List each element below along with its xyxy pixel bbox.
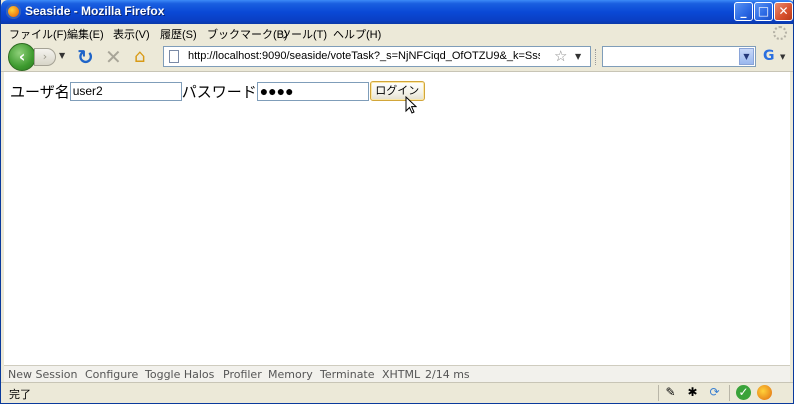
title-bar[interactable]: Seaside - Mozilla Firefox _ □ ✕ xyxy=(1,0,793,24)
page-content: ユーザ名 user2 パスワード ●●●● ログイン xyxy=(4,72,790,365)
menu-view[interactable]: 表示(V) xyxy=(113,26,150,42)
google-search-engine-icon[interactable]: G xyxy=(763,48,775,64)
back-arrow-icon: ‹ xyxy=(18,47,26,66)
window-title: Seaside - Mozilla Firefox xyxy=(25,4,165,18)
search-input[interactable]: ▼ xyxy=(602,46,756,67)
profiler-link[interactable]: Profiler xyxy=(223,368,262,381)
menu-history[interactable]: 履歴(S) xyxy=(160,26,197,42)
home-icon[interactable]: ⌂ xyxy=(134,46,145,67)
url-dropdown-icon[interactable]: ▼ xyxy=(575,52,581,61)
history-dropdown-icon[interactable]: ▼ xyxy=(59,51,65,60)
minimize-button[interactable]: _ xyxy=(734,2,753,21)
forward-button[interactable]: › xyxy=(34,48,56,66)
menu-bookmarks[interactable]: ブックマーク(B) xyxy=(207,26,288,42)
search-engine-dropdown-icon[interactable]: ▼ xyxy=(780,53,785,61)
login-form: ユーザ名 user2 パスワード ●●●● ログイン xyxy=(10,80,425,102)
check-icon[interactable]: ✓ xyxy=(736,385,751,400)
memory-link[interactable]: Memory xyxy=(268,368,313,381)
status-text: 完了 xyxy=(9,389,31,401)
menu-bar: ファイル(F) 編集(E) 表示(V) 履歴(S) ブックマーク(B) ツール(… xyxy=(1,24,793,42)
navigation-toolbar: ‹ › ▼ ↻ ✕ ⌂ http://localhost:9090/seasid… xyxy=(1,42,793,72)
status-separator xyxy=(729,385,730,401)
browser-window: Seaside - Mozilla Firefox _ □ ✕ ファイル(F) … xyxy=(0,0,794,404)
status-separator xyxy=(658,385,659,401)
firefox-addon-icon[interactable] xyxy=(757,385,772,400)
username-field[interactable]: user2 xyxy=(69,81,182,101)
username-label: ユーザ名 xyxy=(10,83,70,101)
menu-edit[interactable]: 編集(E) xyxy=(67,26,104,42)
menu-tools[interactable]: ツール(T) xyxy=(280,26,327,42)
menu-help[interactable]: ヘルプ(H) xyxy=(333,26,381,42)
url-text[interactable]: http://localhost:9090/seaside/voteTask?_… xyxy=(188,50,540,62)
url-bar[interactable]: http://localhost:9090/seaside/voteTask?_… xyxy=(163,46,591,67)
terminate-link[interactable]: Terminate xyxy=(320,368,375,381)
stop-icon[interactable]: ✕ xyxy=(105,45,122,69)
xhtml-link[interactable]: XHTML xyxy=(382,368,420,381)
seaside-toolbar: New Session Configure Toggle Halos Profi… xyxy=(4,365,790,383)
reload-icon[interactable]: ↻ xyxy=(77,45,94,69)
sync-icon[interactable]: ⟳ xyxy=(707,385,722,400)
bug-icon[interactable]: ✱ xyxy=(685,385,700,400)
password-field[interactable]: ●●●● xyxy=(256,81,369,101)
edit-pencil-icon[interactable]: ✎ xyxy=(663,385,678,400)
render-time: 2/14 ms xyxy=(425,368,470,381)
configure-link[interactable]: Configure xyxy=(85,368,138,381)
search-dropdown-icon[interactable]: ▼ xyxy=(739,48,754,65)
bookmark-star-icon[interactable]: ☆ xyxy=(554,47,567,65)
forward-arrow-icon: › xyxy=(42,50,48,63)
new-session-link[interactable]: New Session xyxy=(8,368,77,381)
mouse-cursor-icon xyxy=(405,96,417,114)
back-button[interactable]: ‹ xyxy=(8,43,36,71)
throbber-icon xyxy=(773,26,787,40)
toolbar-grip[interactable] xyxy=(595,49,598,65)
password-label: パスワード xyxy=(181,83,257,101)
maximize-button[interactable]: □ xyxy=(754,2,773,21)
firefox-icon xyxy=(6,4,21,19)
status-bar: 完了 ✎ ✱ ⟳ ✓ xyxy=(1,382,793,403)
close-button[interactable]: ✕ xyxy=(774,2,793,21)
menu-file[interactable]: ファイル(F) xyxy=(9,26,67,42)
page-icon xyxy=(169,50,179,63)
toggle-halos-link[interactable]: Toggle Halos xyxy=(145,368,214,381)
